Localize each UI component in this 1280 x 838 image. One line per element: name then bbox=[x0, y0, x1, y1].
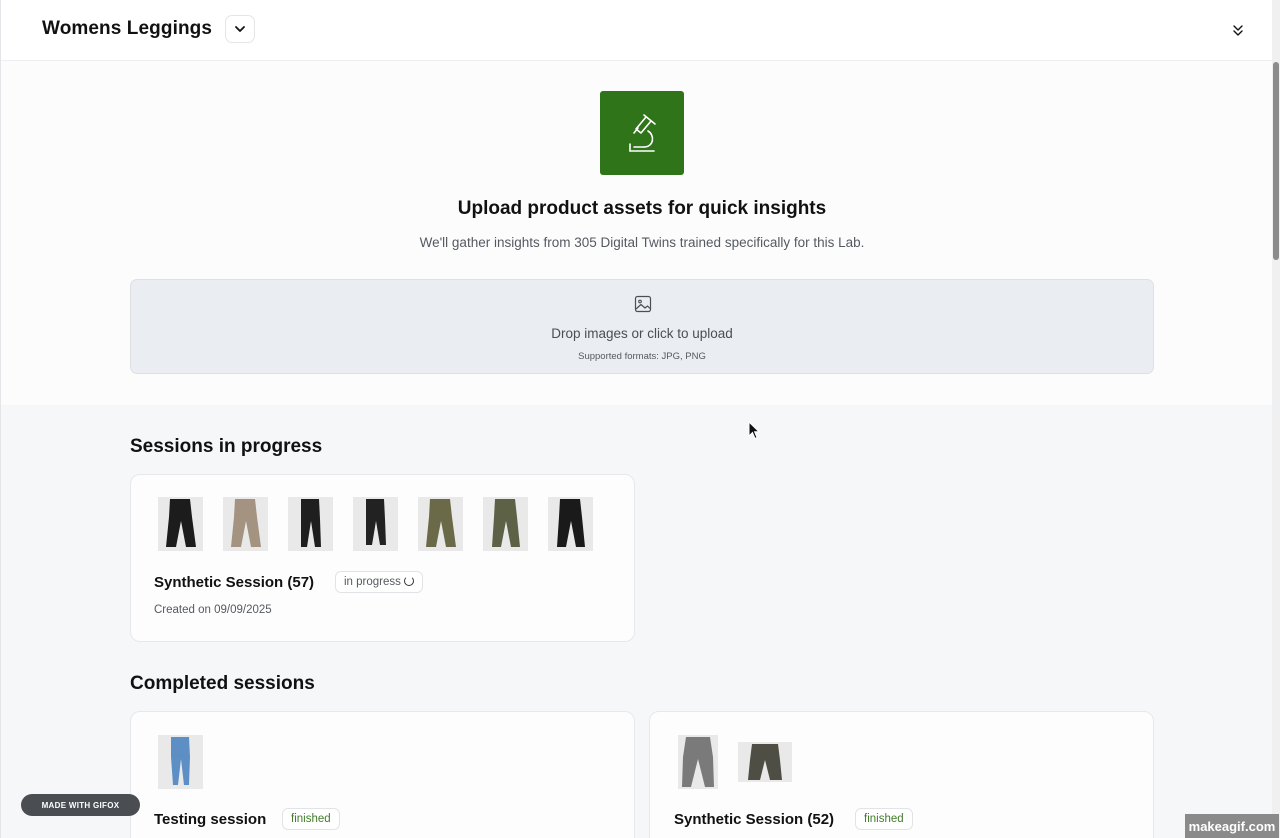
vertical-scrollbar[interactable] bbox=[1272, 0, 1280, 838]
product-thumbnail bbox=[288, 497, 333, 551]
product-thumbnail bbox=[158, 735, 203, 789]
scrollbar-thumb[interactable] bbox=[1273, 62, 1279, 260]
lab-selector-button[interactable] bbox=[225, 15, 255, 43]
collapse-button[interactable] bbox=[1228, 20, 1248, 40]
chevron-down-icon bbox=[235, 26, 245, 32]
status-badge: finished bbox=[855, 808, 913, 830]
hero-title: Upload product assets for quick insights bbox=[457, 198, 827, 219]
session-card[interactable]: Synthetic Session (52) finished bbox=[649, 711, 1154, 838]
lab-title: Womens Leggings bbox=[42, 18, 213, 39]
image-icon bbox=[634, 295, 652, 313]
product-thumbnail bbox=[738, 742, 792, 782]
product-thumbnail bbox=[223, 497, 268, 551]
gifox-watermark: MADE WITH GIFOX bbox=[21, 794, 140, 816]
upload-prompt: Drop images or click to upload bbox=[551, 326, 733, 341]
double-chevron-down-icon bbox=[1233, 25, 1243, 36]
in-progress-heading: Sessions in progress bbox=[130, 436, 323, 457]
product-thumbnail bbox=[158, 497, 203, 551]
app-window: Womens Leggings Upload product assets fo… bbox=[0, 0, 1273, 838]
product-thumbnail bbox=[353, 497, 398, 551]
session-card[interactable]: Testing session finished bbox=[130, 711, 635, 838]
product-thumbnail bbox=[418, 497, 463, 551]
session-card[interactable]: Synthetic Session (57) in progress Creat… bbox=[130, 474, 635, 642]
completed-heading: Completed sessions bbox=[130, 673, 315, 694]
product-thumbnail bbox=[483, 497, 528, 551]
microscope-icon bbox=[629, 114, 656, 152]
session-name: Synthetic Session (57) bbox=[154, 574, 315, 591]
product-thumbnail bbox=[548, 497, 593, 551]
product-thumbnail bbox=[678, 735, 718, 789]
session-name: Testing session bbox=[154, 811, 267, 828]
upload-dropzone[interactable]: Drop images or click to upload Supported… bbox=[130, 279, 1154, 374]
mouse-cursor-icon bbox=[748, 421, 760, 440]
status-badge: in progress bbox=[335, 571, 423, 593]
spinner-icon bbox=[403, 576, 414, 586]
session-name: Synthetic Session (52) bbox=[674, 811, 835, 828]
status-label: in progress bbox=[344, 576, 401, 588]
makeagif-watermark: makeagif.com bbox=[1185, 814, 1279, 838]
hero-subtitle: We'll gather insights from 305 Digital T… bbox=[419, 235, 865, 250]
upload-formats: Supported formats: JPG, PNG bbox=[578, 351, 706, 362]
status-badge: finished bbox=[282, 808, 340, 830]
session-created-date: Created on 09/09/2025 bbox=[154, 604, 272, 616]
lab-hero-badge bbox=[600, 91, 684, 175]
top-bar: Womens Leggings bbox=[1, 0, 1273, 61]
